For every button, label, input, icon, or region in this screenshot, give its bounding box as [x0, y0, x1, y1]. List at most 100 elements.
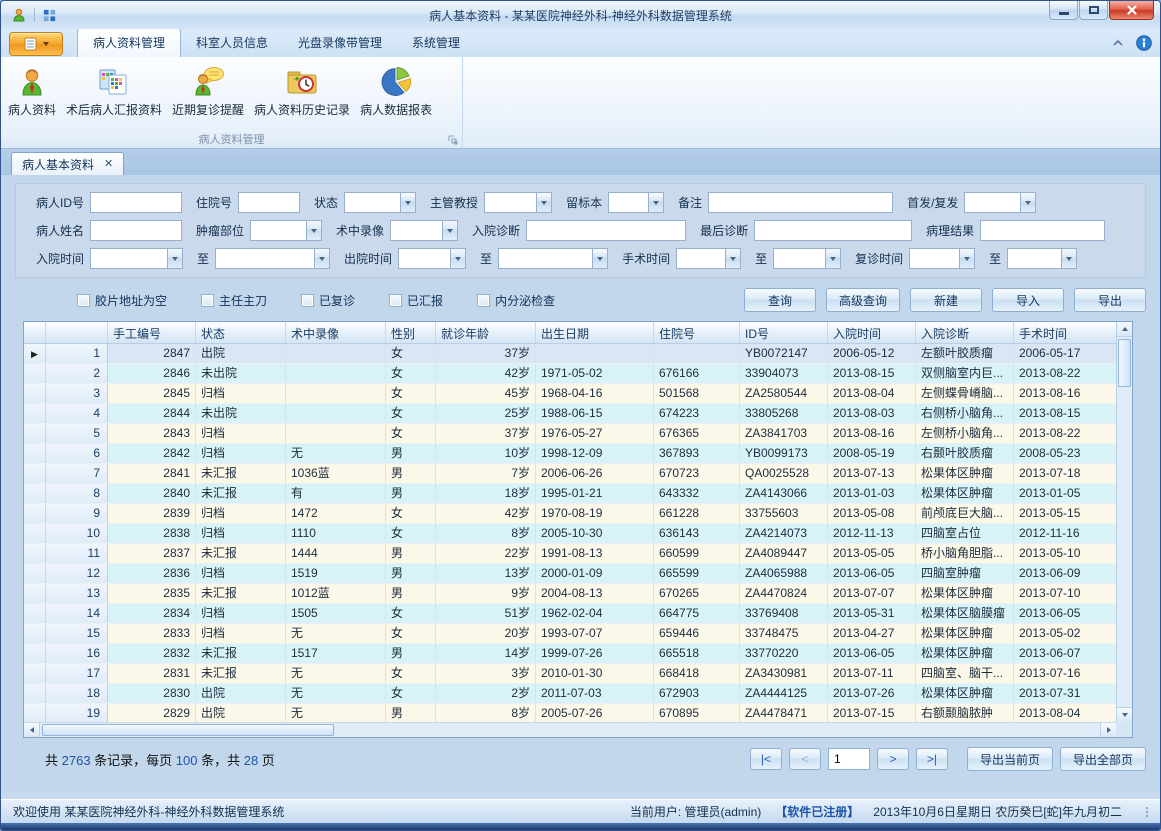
first-page-button[interactable]: |< [750, 748, 782, 770]
admit-diagnosis-input[interactable] [526, 220, 686, 241]
table-row[interactable]: 152833归档无女20岁1993-07-0765944633748475201… [24, 624, 1118, 644]
resize-grip-icon[interactable] [1146, 807, 1148, 817]
column-header-surgery-date[interactable]: 手术时间 [1014, 322, 1118, 343]
endocrine-check-checkbox[interactable]: 内分泌检查 [477, 292, 555, 309]
column-header-manual-no[interactable]: 手工编号 [108, 322, 196, 343]
surgery-date-from-combo[interactable] [676, 248, 741, 269]
table-row[interactable]: 32845归档女45岁1968-04-16501568ZA25805442013… [24, 384, 1118, 404]
window-layout-icon[interactable] [42, 8, 57, 23]
vertical-scroll-track[interactable] [1117, 389, 1132, 707]
horizontal-scrollbar[interactable] [24, 722, 1116, 737]
minimize-button[interactable] [1049, 1, 1078, 20]
combo-drop-button[interactable] [959, 248, 975, 269]
query-button[interactable]: 查询 [744, 288, 816, 312]
software-registered-link[interactable]: 【软件已注册】 [775, 803, 859, 820]
table-row[interactable]: 22846未出院女42岁1971-05-02676166339040732013… [24, 364, 1118, 384]
combo-drop-button[interactable] [592, 248, 608, 269]
remark-input[interactable] [708, 192, 893, 213]
revisit-date-from-combo[interactable] [909, 248, 975, 269]
combo-drop-button[interactable] [825, 248, 841, 269]
column-header-gender[interactable]: 性别 [386, 322, 436, 343]
combo-drop-button[interactable] [442, 220, 458, 241]
scroll-up-button[interactable] [1117, 322, 1132, 337]
maximize-button[interactable] [1079, 1, 1108, 20]
dialog-launcher-icon[interactable] [448, 135, 458, 145]
revisit-reminder-button[interactable]: 近期复诊提醒 [167, 62, 249, 128]
combo-drop-button[interactable] [648, 192, 664, 213]
vertical-scroll-thumb[interactable] [1118, 339, 1131, 387]
scroll-right-button[interactable] [1100, 723, 1116, 737]
status-combo[interactable] [344, 192, 416, 213]
column-header-row-number[interactable] [46, 322, 108, 343]
ribbon-tab-3[interactable]: 光盘录像带管理 [283, 29, 397, 57]
film-address-empty-checkbox[interactable]: 胶片地址为空 [77, 292, 167, 309]
export-current-page-button[interactable]: 导出当前页 [967, 747, 1053, 771]
patient-id-input[interactable] [90, 192, 182, 213]
reported-checkbox[interactable]: 已汇报 [389, 292, 443, 309]
table-row[interactable]: ▶12847出院女37岁YB00721472006-05-12左额叶胶质瘤200… [24, 344, 1118, 364]
table-row[interactable]: 122836归档1519男13岁2000-01-09665599ZA406598… [24, 564, 1118, 584]
combo-drop-button[interactable] [167, 248, 183, 269]
table-row[interactable]: 172831未汇报无女3岁2010-01-30668418ZA343098120… [24, 664, 1118, 684]
vertical-scrollbar[interactable] [1116, 322, 1132, 722]
final-diagnosis-input[interactable] [754, 220, 912, 241]
export-all-pages-button[interactable]: 导出全部页 [1060, 747, 1146, 771]
combo-drop-button[interactable] [1061, 248, 1077, 269]
close-button[interactable] [1109, 1, 1154, 20]
tumor-site-combo[interactable] [250, 220, 322, 241]
ribbon-tab-2[interactable]: 科室人员信息 [181, 29, 283, 57]
scroll-down-button[interactable] [1117, 707, 1132, 722]
table-row[interactable]: 52843归档女37岁1976-05-27676365ZA38417032013… [24, 424, 1118, 444]
table-row[interactable]: 72841未汇报1036蓝男7岁2006-06-26670723QA002552… [24, 464, 1118, 484]
revisit-date-to-combo[interactable] [1007, 248, 1077, 269]
combo-drop-button[interactable] [314, 248, 330, 269]
table-row[interactable]: 192829出院无男8岁2005-07-26670895ZA4478471201… [24, 704, 1118, 724]
advanced-query-button[interactable]: 高级查询 [826, 288, 900, 312]
combo-drop-button[interactable] [450, 248, 466, 269]
table-row[interactable]: 132835未汇报1012蓝男9岁2004-08-13670265ZA44708… [24, 584, 1118, 604]
scroll-left-button[interactable] [24, 723, 40, 737]
surgery-date-to-combo[interactable] [773, 248, 841, 269]
column-header-id-no[interactable]: ID号 [740, 322, 828, 343]
ribbon-tab-1[interactable]: 病人资料管理 [77, 28, 181, 58]
new-button[interactable]: 新建 [910, 288, 982, 312]
column-header-ward-no[interactable]: 住院号 [654, 322, 740, 343]
postop-report-button[interactable]: 术后病人汇报资料 [61, 62, 167, 128]
column-header-surgery-video[interactable]: 术中录像 [286, 322, 386, 343]
combo-drop-button[interactable] [1020, 192, 1036, 213]
ribbon-tab-4[interactable]: 系统管理 [397, 29, 475, 57]
export-button[interactable]: 导出 [1074, 288, 1146, 312]
specimen-combo[interactable] [608, 192, 664, 213]
page-input[interactable] [828, 748, 870, 770]
prev-page-button[interactable]: < [789, 748, 821, 770]
admit-date-to-combo[interactable] [215, 248, 330, 269]
column-header-visit-age[interactable]: 就诊年龄 [436, 322, 536, 343]
discharge-date-to-combo[interactable] [498, 248, 608, 269]
column-header-admit-date[interactable]: 入院时间 [828, 322, 916, 343]
patient-data-button[interactable]: 病人资料 [3, 62, 61, 128]
combo-drop-button[interactable] [400, 192, 416, 213]
table-row[interactable]: 142834归档1505女51岁1962-02-0466477533769408… [24, 604, 1118, 624]
app-menu-button[interactable] [9, 32, 63, 56]
table-row[interactable]: 92839归档1472女42岁1970-08-19661228337556032… [24, 504, 1118, 524]
revisited-checkbox[interactable]: 已复诊 [301, 292, 355, 309]
table-row[interactable]: 82840未汇报有男18岁1995-01-21643332ZA414306620… [24, 484, 1118, 504]
horizontal-scroll-thumb[interactable] [42, 724, 334, 736]
first-recur-combo[interactable] [964, 192, 1036, 213]
table-row[interactable]: 62842归档无男10岁1998-12-09367893YB0099173200… [24, 444, 1118, 464]
column-header-status[interactable]: 状态 [196, 322, 286, 343]
combo-drop-button[interactable] [536, 192, 552, 213]
column-header-row-marker[interactable] [24, 322, 46, 343]
admit-date-from-combo[interactable] [90, 248, 183, 269]
patient-report-button[interactable]: 病人数据报表 [355, 62, 437, 128]
discharge-date-from-combo[interactable] [398, 248, 466, 269]
table-row[interactable]: 42844未出院女25岁1988-06-15674223338052682013… [24, 404, 1118, 424]
info-icon[interactable] [1136, 35, 1152, 51]
tab-patient-basic-info[interactable]: 病人基本资料 ✕ [11, 152, 124, 175]
combo-drop-button[interactable] [725, 248, 741, 269]
professor-combo[interactable] [484, 192, 552, 213]
patient-history-button[interactable]: 病人资料历史记录 [249, 62, 355, 128]
last-page-button[interactable]: >| [916, 748, 948, 770]
column-header-admit-diagnosis[interactable]: 入院诊断 [916, 322, 1014, 343]
patient-name-input[interactable] [90, 220, 182, 241]
